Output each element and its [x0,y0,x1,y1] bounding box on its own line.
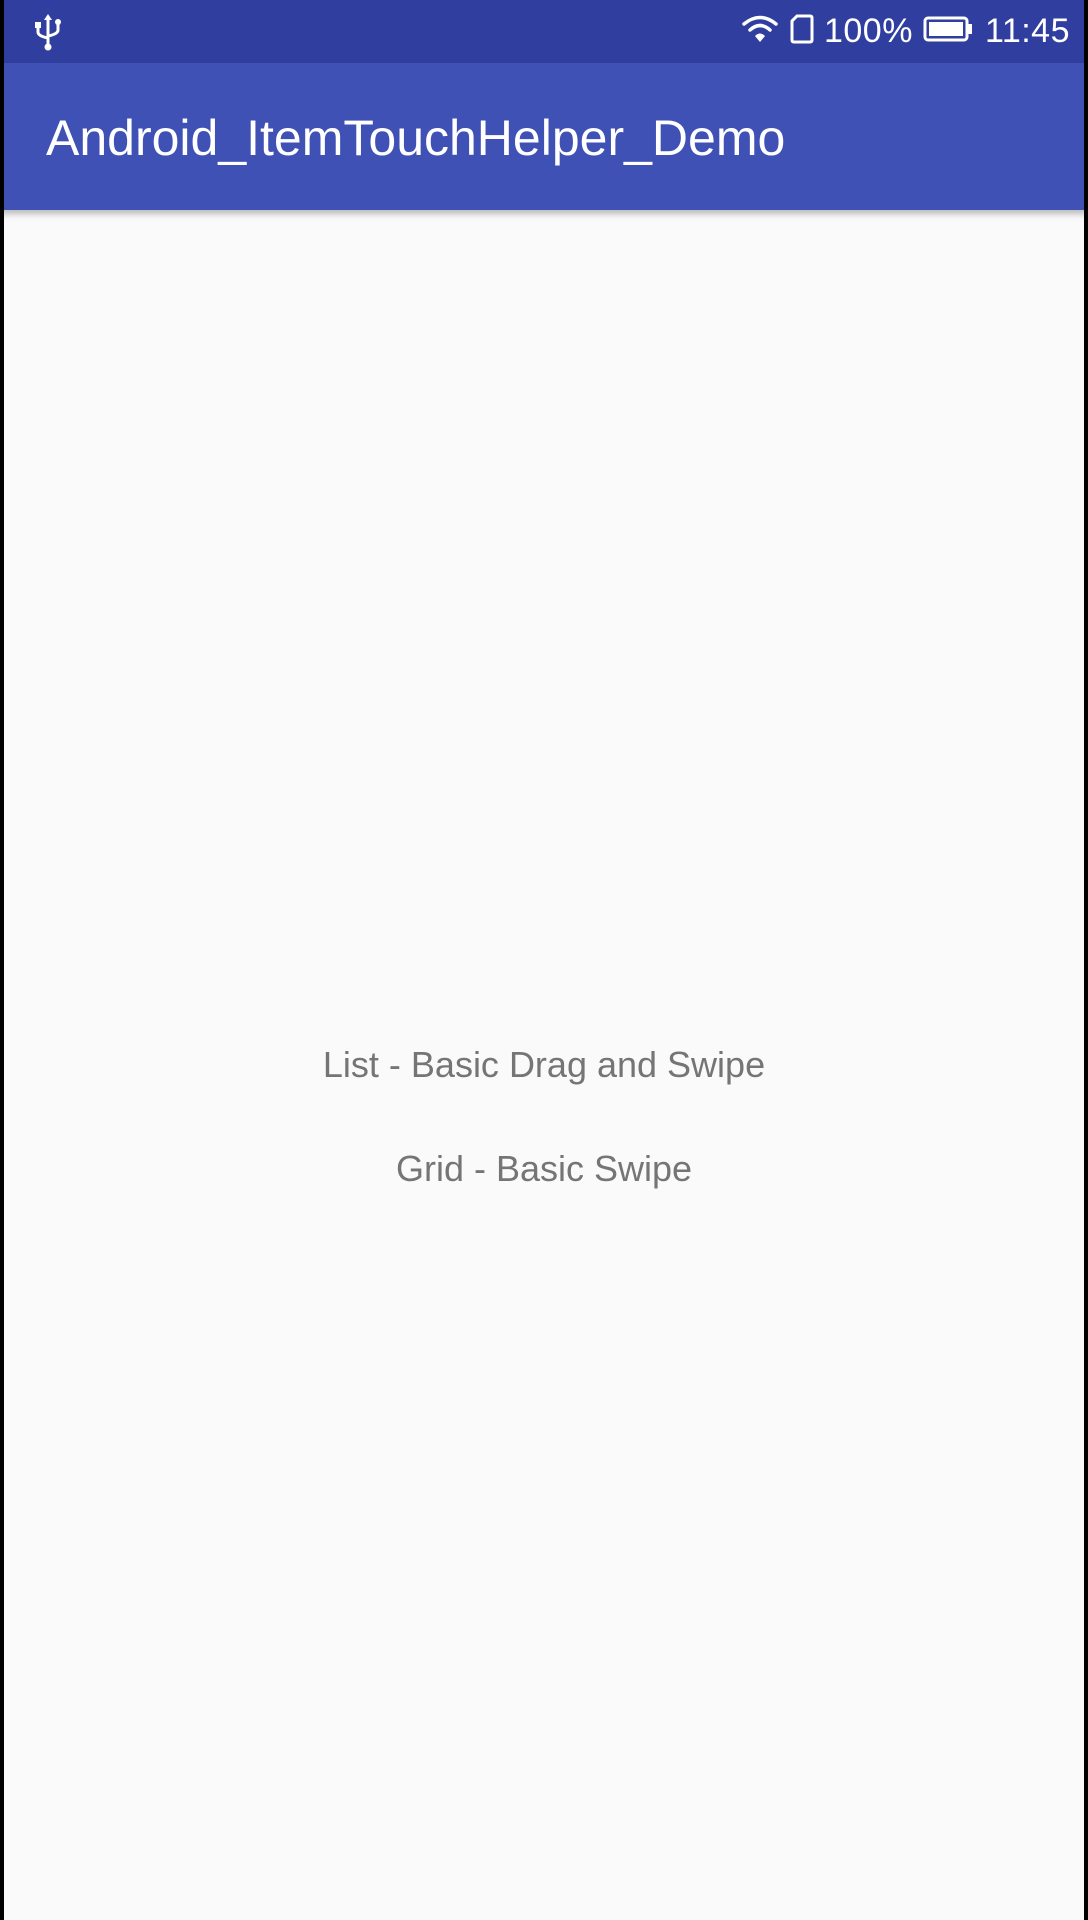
battery-icon [923,15,975,48]
screen-edge-left [0,0,4,1920]
sim-icon [790,13,814,50]
screen-edge-right [1084,0,1088,1920]
usb-icon [30,12,66,52]
grid-basic-swipe-item[interactable]: Grid - Basic Swipe [0,1148,1088,1190]
app-bar: Android_ItemTouchHelper_Demo [0,63,1088,210]
clock: 11:45 [984,12,1070,50]
wifi-icon [740,13,780,50]
status-bar: 100% 11:45 [0,0,1088,63]
list-basic-drag-swipe-item[interactable]: List - Basic Drag and Swipe [0,1044,1088,1086]
status-icons: 100% 11:45 [740,0,1070,63]
main-content: List - Basic Drag and Swipe Grid - Basic… [0,210,1088,1920]
app-title: Android_ItemTouchHelper_Demo [46,110,786,166]
battery-percent: 100% [823,12,913,50]
screen: 100% 11:45 Android_ItemTouchHelper_Demo … [0,0,1088,1920]
